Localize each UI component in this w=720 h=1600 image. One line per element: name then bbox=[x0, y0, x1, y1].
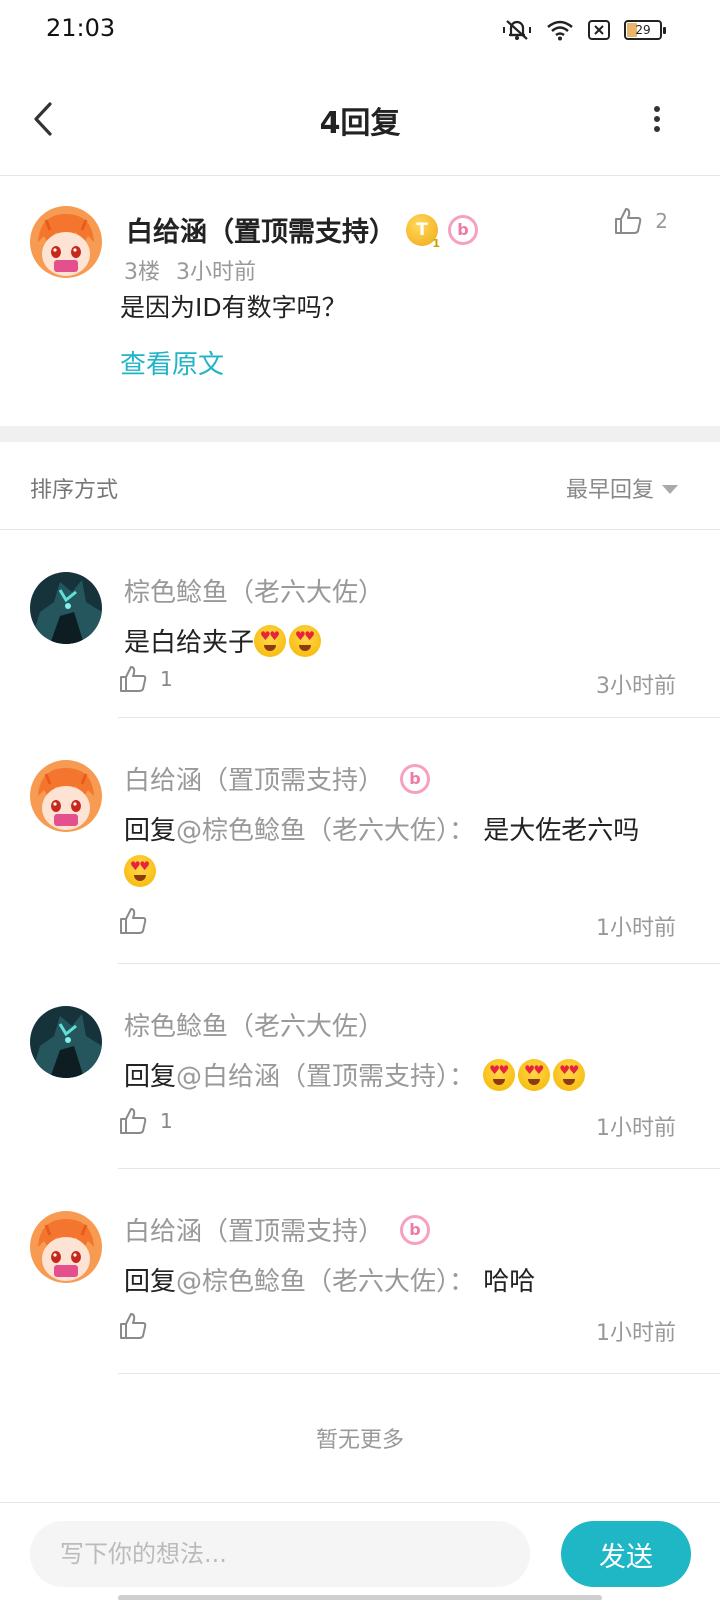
reply-author-name: 白给涵（置顶需支持） bbox=[124, 766, 385, 796]
avatar[interactable] bbox=[30, 206, 102, 278]
thumbs-up-icon bbox=[120, 1313, 147, 1339]
dark-character-avatar-icon bbox=[30, 1006, 102, 1078]
reply-item: 棕色鲶鱼（老六大佐） 是白给夹子 1 3小时前 bbox=[0, 530, 720, 718]
battery-icon: 29 bbox=[624, 20, 666, 40]
post-author-name: 白给涵（置顶需支持） bbox=[126, 217, 396, 248]
anime-girl-avatar-icon bbox=[30, 206, 102, 278]
reply-author[interactable]: 白给涵（置顶需支持） b bbox=[124, 1211, 431, 1248]
battery-level: 29 bbox=[635, 23, 651, 37]
reply-mention[interactable]: 回复@棕色鲶鱼（老六大佐）： bbox=[124, 816, 475, 846]
reply-body: 是大佐老六吗 bbox=[483, 816, 640, 846]
reply-author[interactable]: 棕色鲶鱼（老六大佐） bbox=[124, 572, 384, 609]
sort-bar: 排序方式 最早回复 bbox=[0, 442, 720, 530]
reply-like-count: 1 bbox=[160, 667, 173, 691]
mention-user[interactable]: @棕色鲶鱼（老六大佐）： bbox=[176, 816, 475, 846]
wifi-icon bbox=[546, 19, 574, 41]
fan-badge-icon: b bbox=[400, 1214, 431, 1245]
no-more-label: 暂无更多 bbox=[315, 1428, 404, 1453]
fan-badge-icon: b bbox=[400, 763, 431, 794]
reply-time: 3小时前 bbox=[596, 674, 676, 699]
reply-content: 回复@白给涵（置顶需支持）： bbox=[124, 1056, 680, 1098]
status-time: 21:03 bbox=[46, 14, 116, 42]
reply-author[interactable]: 棕色鲶鱼（老六大佐） bbox=[124, 1006, 384, 1043]
mention-user[interactable]: @棕色鲶鱼（老六大佐）： bbox=[176, 1267, 475, 1297]
level-badge-number: 1 bbox=[432, 236, 440, 250]
post-like-count: 2 bbox=[655, 209, 668, 233]
thumbs-up-icon bbox=[120, 666, 147, 692]
sort-label: 排序方式 bbox=[30, 478, 119, 503]
fan-badge-icon: b bbox=[448, 214, 478, 245]
reply-content: 是白给夹子 bbox=[124, 622, 680, 664]
reply-like-button[interactable] bbox=[118, 1311, 160, 1341]
more-button[interactable] bbox=[642, 104, 672, 134]
reply-author-name: 棕色鲶鱼（老六大佐） bbox=[124, 578, 385, 608]
caret-down-icon bbox=[662, 484, 678, 494]
post-author[interactable]: 白给涵（置顶需支持） T1 b bbox=[126, 210, 478, 250]
reply-like-button[interactable]: 1 bbox=[118, 664, 173, 694]
reply-content: 回复@棕色鲶鱼（老六大佐）： 是大佐老六吗 bbox=[124, 810, 680, 894]
level-badge-icon: T1 bbox=[406, 213, 440, 250]
heart-eyes-emoji-icon bbox=[254, 625, 287, 657]
heart-eyes-emoji-icon bbox=[483, 1059, 516, 1091]
home-indicator[interactable] bbox=[118, 1595, 602, 1600]
mute-bell-icon bbox=[502, 18, 532, 42]
sort-selected: 最早回复 bbox=[565, 478, 654, 503]
reply-mention[interactable]: 回复@棕色鲶鱼（老六大佐）： bbox=[124, 1267, 475, 1297]
level-badge-letter: T bbox=[416, 219, 428, 240]
anime-girl-avatar-icon bbox=[30, 1211, 102, 1283]
reply-divider bbox=[118, 1373, 720, 1374]
post-like-button[interactable]: 2 bbox=[613, 206, 668, 236]
thumbs-up-icon bbox=[615, 208, 642, 234]
mention-user[interactable]: @白给涵（置顶需支持）： bbox=[176, 1062, 475, 1092]
avatar[interactable] bbox=[30, 1211, 102, 1283]
reply-time: 1小时前 bbox=[596, 916, 676, 941]
avatar[interactable] bbox=[30, 572, 102, 644]
reply-item: 白给涵（置顶需支持） b 回复@棕色鲶鱼（老六大佐）： 哈哈 1小时前 bbox=[0, 1169, 720, 1374]
post-content: 是因为ID有数字吗？ bbox=[120, 293, 347, 322]
reply-author[interactable]: 白给涵（置顶需支持） b bbox=[124, 760, 431, 797]
reply-author-name: 棕色鲶鱼（老六大佐） bbox=[124, 1012, 385, 1042]
thumbs-up-icon bbox=[120, 908, 147, 934]
heart-eyes-emoji-icon bbox=[289, 625, 322, 657]
reply-like-button[interactable]: 1 bbox=[118, 1106, 173, 1136]
post-time: 3小时前 bbox=[176, 260, 256, 285]
reply-like-button[interactable] bbox=[118, 906, 160, 936]
heart-eyes-emoji-icon bbox=[553, 1059, 586, 1091]
sim-x-icon bbox=[588, 20, 610, 40]
main-comment: 白给涵（置顶需支持） T1 b 3楼 3小时前 是因为ID有数字吗？ 查看原文 2 bbox=[0, 176, 720, 426]
thumbs-up-icon bbox=[120, 1108, 147, 1134]
comment-input[interactable] bbox=[30, 1521, 530, 1587]
heart-eyes-emoji-icon bbox=[124, 855, 156, 887]
status-icons: 29 bbox=[502, 18, 666, 42]
reply-author-name: 白给涵（置顶需支持） bbox=[124, 1217, 385, 1247]
reply-item: 棕色鲶鱼（老六大佐） 回复@白给涵（置顶需支持）： 1 1小时前 bbox=[0, 964, 720, 1169]
reply-item: 白给涵（置顶需支持） b 回复@棕色鲶鱼（老六大佐）： 是大佐老六吗 1小时前 bbox=[0, 718, 720, 964]
avatar[interactable] bbox=[30, 1006, 102, 1078]
post-meta: 3楼 3小时前 bbox=[124, 254, 256, 286]
comment-composer: 发送 bbox=[0, 1502, 720, 1600]
reply-body: 哈哈 bbox=[483, 1267, 536, 1297]
send-button[interactable]: 发送 bbox=[561, 1521, 691, 1587]
reply-time: 1小时前 bbox=[596, 1321, 676, 1346]
view-original-link[interactable]: 查看原文 bbox=[120, 344, 224, 381]
status-bar: 21:03 29 bbox=[0, 0, 720, 64]
reply-content: 回复@棕色鲶鱼（老六大佐）： 哈哈 bbox=[124, 1261, 680, 1303]
page-title: 4回复 bbox=[319, 106, 401, 141]
reply-body: 是白给夹子 bbox=[124, 628, 255, 658]
post-floor: 3楼 bbox=[124, 260, 160, 285]
reply-mention[interactable]: 回复@白给涵（置顶需支持）： bbox=[124, 1062, 475, 1092]
dark-character-avatar-icon bbox=[30, 572, 102, 644]
sort-dropdown[interactable]: 最早回复 bbox=[566, 472, 678, 504]
anime-girl-avatar-icon bbox=[30, 760, 102, 832]
top-app-bar: 4回复 bbox=[0, 64, 720, 176]
more-vertical-icon bbox=[654, 106, 660, 132]
heart-eyes-emoji-icon bbox=[518, 1059, 551, 1091]
section-divider bbox=[0, 426, 720, 442]
avatar[interactable] bbox=[30, 760, 102, 832]
reply-time: 1小时前 bbox=[596, 1116, 676, 1141]
reply-like-count: 1 bbox=[160, 1109, 173, 1133]
